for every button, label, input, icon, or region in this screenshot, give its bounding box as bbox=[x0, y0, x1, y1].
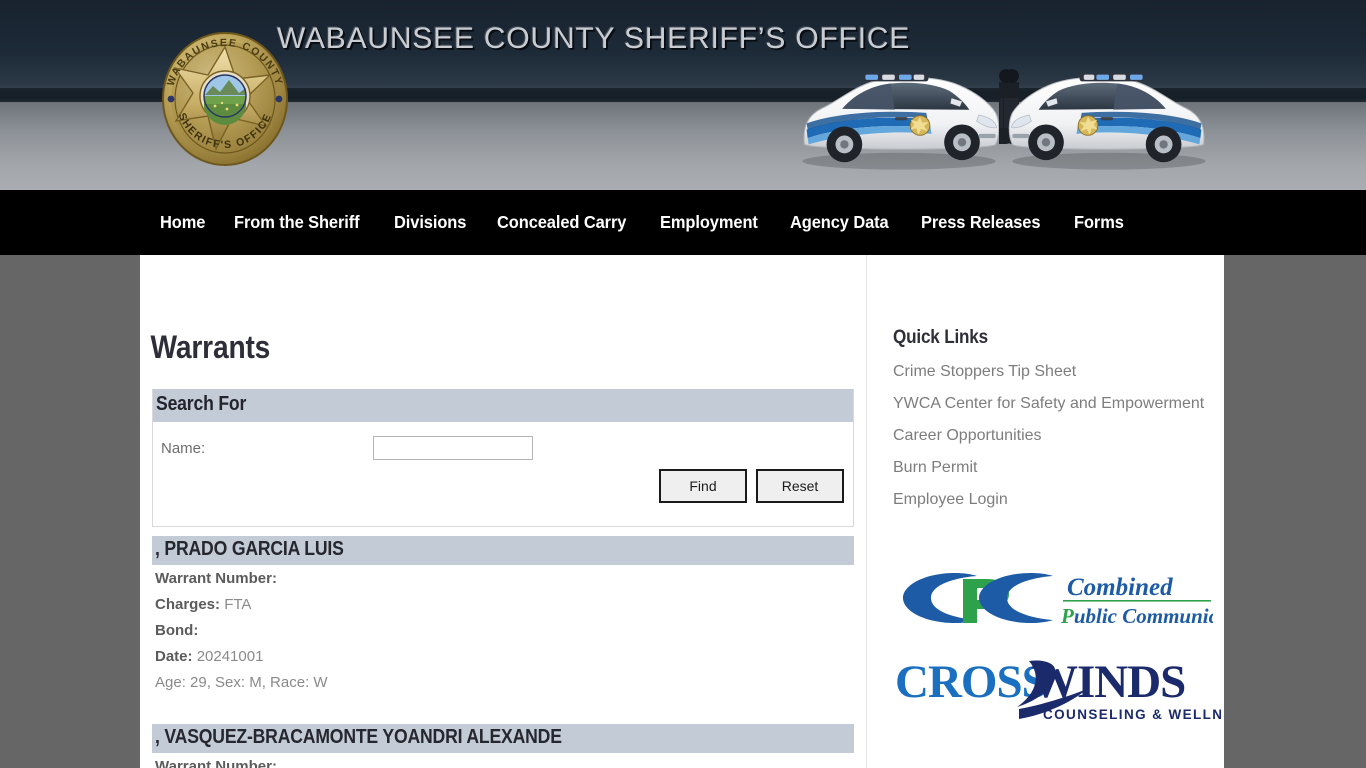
crosswinds-logo-part1: CROSS bbox=[895, 656, 1047, 708]
warrant-charges-row: Charges: FTA bbox=[152, 591, 854, 617]
warrant-number-row: Warrant Number: bbox=[152, 565, 854, 591]
nav-item-press-releases[interactable]: Press Releases bbox=[921, 212, 1041, 233]
reset-button[interactable]: Reset bbox=[756, 469, 844, 503]
warrant-record: , VASQUEZ-BRACAMONTE YOANDRI ALEXANDE Wa… bbox=[152, 724, 854, 768]
nav-item-divisions[interactable]: Divisions bbox=[394, 212, 466, 233]
warrant-name-label: , PRADO GARCIA LUIS bbox=[155, 538, 344, 560]
quick-links-heading: Quick Links bbox=[893, 327, 988, 348]
warrant-number-label: Warrant Number: bbox=[155, 758, 277, 768]
warrant-number-label: Warrant Number: bbox=[155, 570, 277, 587]
main-navigation: Home From the Sheriff Divisions Conceale… bbox=[0, 190, 1366, 255]
sidebar-item-career-opportunities[interactable]: Career Opportunities bbox=[893, 427, 1224, 445]
content-container: Warrants Search For Name: Find Reset , P… bbox=[140, 255, 1224, 768]
nav-items-container: Home From the Sheriff Divisions Conceale… bbox=[140, 190, 1226, 255]
name-field-label: Name: bbox=[161, 439, 206, 457]
search-panel-header-label: Search For bbox=[156, 393, 247, 415]
name-field-row: Name: bbox=[161, 436, 845, 460]
warrant-demographics-row: Age: 29, Sex: M, Race: W bbox=[155, 674, 328, 691]
search-name-input[interactable] bbox=[373, 436, 533, 460]
search-panel: Search For Name: Find Reset bbox=[152, 389, 854, 527]
crosswinds-logo-part3: WINDS bbox=[1031, 656, 1185, 708]
warrant-charges-value: FTA bbox=[224, 596, 252, 613]
cpc-logo-line1: Combined bbox=[1067, 574, 1173, 601]
warrant-spacer bbox=[140, 695, 866, 715]
banner-inner: WABAUNSEE COUNTY SHERIFF'S OFFICE WABAUN… bbox=[140, 0, 1226, 190]
warrant-date-value: 20241001 bbox=[196, 648, 264, 665]
warrant-record: , PRADO GARCIA LUIS Warrant Number: Char… bbox=[152, 536, 854, 695]
sidebar-item-ywca-center[interactable]: YWCA Center for Safety and Empowerment bbox=[893, 395, 1224, 413]
sponsor-logos: Combined Public Communications CROSS bbox=[891, 565, 1224, 725]
warrant-charges-label: Charges: bbox=[155, 596, 221, 613]
warrant-name-header: , PRADO GARCIA LUIS bbox=[152, 536, 854, 565]
nav-item-home[interactable]: Home bbox=[160, 212, 205, 233]
page-root: WABAUNSEE COUNTY SHERIFF'S OFFICE WABAUN… bbox=[0, 0, 1366, 768]
warrants-page-heading: Warrants bbox=[150, 329, 271, 365]
site-banner: WABAUNSEE COUNTY SHERIFF'S OFFICE WABAUN… bbox=[0, 0, 1366, 190]
sidebar: Quick Links Crime Stoppers Tip Sheet YWC… bbox=[867, 255, 1224, 768]
find-button[interactable]: Find bbox=[659, 469, 747, 503]
warrant-name-header: , VASQUEZ-BRACAMONTE YOANDRI ALEXANDE bbox=[152, 724, 854, 753]
sidebar-inner: Quick Links Crime Stoppers Tip Sheet YWC… bbox=[867, 255, 1224, 725]
search-panel-body: Name: Find Reset bbox=[153, 422, 853, 526]
warrant-date-label: Date: bbox=[155, 648, 193, 665]
sidebar-item-burn-permit[interactable]: Burn Permit bbox=[893, 459, 1224, 477]
search-buttons: Find Reset bbox=[659, 469, 844, 503]
crosswinds-logo-tagline: COUNSELING & WELLNESS bbox=[1043, 707, 1221, 722]
warrant-bond-row: Bond: bbox=[152, 617, 854, 643]
sidebar-item-crime-stoppers-tip-sheet[interactable]: Crime Stoppers Tip Sheet bbox=[893, 363, 1224, 381]
search-panel-header: Search For bbox=[153, 389, 853, 422]
cpc-logo[interactable]: Combined Public Communications bbox=[891, 565, 1224, 631]
main-column: Warrants Search For Name: Find Reset , P… bbox=[140, 255, 866, 768]
warrant-date-row: Date: 20241001 bbox=[152, 643, 854, 669]
warrant-number-row: Warrant Number: bbox=[152, 753, 854, 768]
nav-item-concealed-carry[interactable]: Concealed Carry bbox=[497, 212, 626, 233]
nav-item-from-the-sheriff[interactable]: From the Sheriff bbox=[234, 212, 360, 233]
nav-item-forms[interactable]: Forms bbox=[1074, 212, 1124, 233]
police-cruisers-image bbox=[794, 42, 1214, 170]
warrant-bond-label: Bond: bbox=[155, 622, 199, 639]
cpc-logo-line2: Public Communications bbox=[1060, 604, 1213, 628]
sidebar-item-employee-login[interactable]: Employee Login bbox=[893, 491, 1224, 509]
nav-item-agency-data[interactable]: Agency Data bbox=[790, 212, 889, 233]
crosswinds-logo[interactable]: CROSS WINDS COUNSELING & WELLNESS bbox=[891, 653, 1224, 725]
nav-item-employment[interactable]: Employment bbox=[660, 212, 758, 233]
warrant-name-label: , VASQUEZ-BRACAMONTE YOANDRI ALEXANDE bbox=[155, 726, 562, 748]
sheriff-badge-icon: WABAUNSEE COUNTY SHERIFF'S OFFICE bbox=[152, 23, 297, 171]
